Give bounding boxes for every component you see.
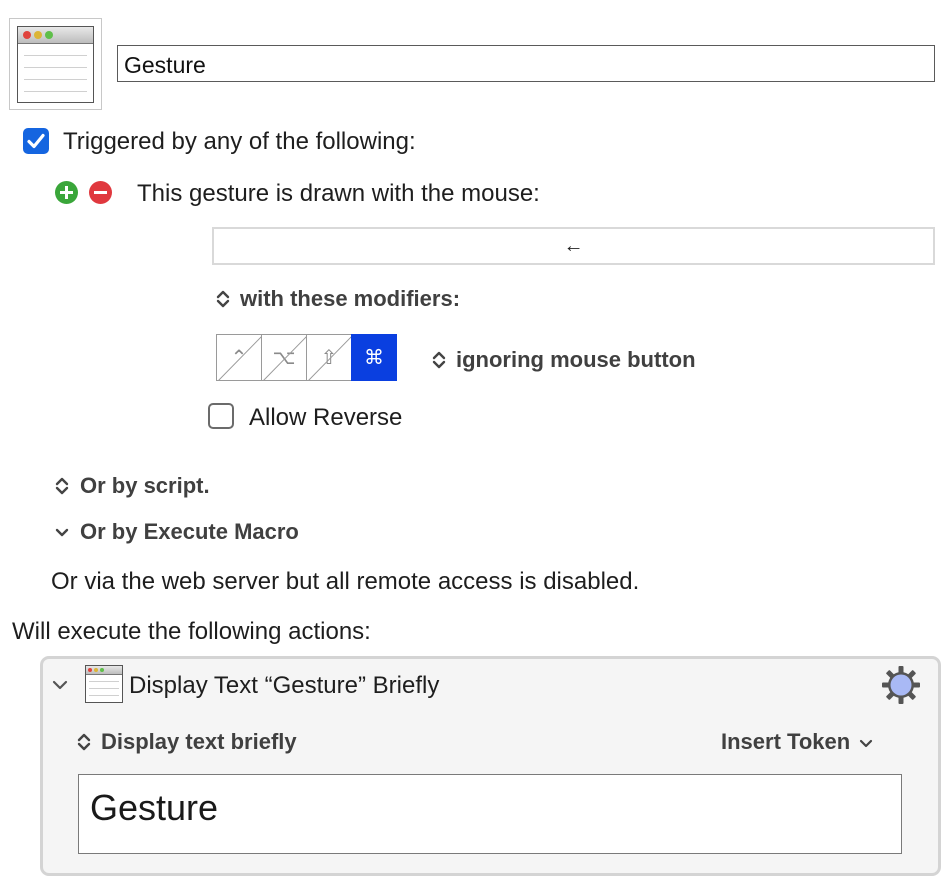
web-server-text: Or via the web server but all remote acc…: [51, 568, 640, 595]
gesture-field[interactable]: ←: [212, 227, 935, 265]
plus-icon: [60, 186, 73, 199]
display-mode-popup[interactable]: Display text briefly: [76, 729, 297, 755]
modifier-shift-key[interactable]: ⇧: [306, 334, 352, 381]
or-by-execute-macro-label: Or by Execute Macro: [80, 519, 299, 544]
window-icon: [17, 26, 94, 103]
display-text-action-icon: [85, 665, 123, 703]
allow-reverse-checkbox[interactable]: [208, 403, 234, 429]
macro-name-field[interactable]: Gesture: [117, 45, 935, 82]
modifiers-popup[interactable]: with these modifiers:: [215, 286, 460, 312]
or-by-execute-macro-disclosure[interactable]: Or by Execute Macro: [54, 519, 299, 545]
mouse-button-popup[interactable]: ignoring mouse button: [431, 347, 696, 373]
add-trigger-button[interactable]: [55, 181, 78, 204]
chevron-down-icon: [52, 680, 68, 690]
triggered-checkbox[interactable]: [23, 128, 49, 154]
checkmark-icon: [27, 133, 45, 149]
chevron-down-icon: [55, 528, 69, 537]
modifier-command-key[interactable]: ⌘: [351, 334, 397, 381]
insert-token-label: Insert Token: [721, 729, 851, 754]
updown-chevron-icon: [55, 477, 69, 495]
gesture-trigger-label: This gesture is drawn with the mouse:: [137, 180, 540, 207]
macro-icon[interactable]: [9, 18, 102, 110]
insert-token-menu[interactable]: Insert Token: [721, 729, 874, 755]
remove-trigger-button[interactable]: [89, 181, 112, 204]
action-collapse-toggle[interactable]: [51, 676, 69, 699]
command-icon: ⌘: [364, 347, 384, 369]
display-mode-label: Display text briefly: [101, 729, 297, 754]
mouse-button-popup-label: ignoring mouse button: [456, 347, 696, 372]
or-by-script-label: Or by script.: [80, 473, 210, 498]
modifier-control-key[interactable]: ⌃: [216, 334, 262, 381]
updown-chevron-icon: [216, 290, 230, 308]
allow-reverse-label: Allow Reverse: [249, 404, 403, 431]
or-by-script-disclosure[interactable]: Or by script.: [54, 473, 210, 499]
triggered-label: Triggered by any of the following:: [63, 128, 416, 155]
action-title: Display Text “Gesture” Briefly: [129, 672, 440, 699]
display-text-input[interactable]: Gesture: [78, 774, 902, 854]
updown-chevron-icon: [77, 733, 91, 751]
modifier-option-key[interactable]: ⌥: [261, 334, 307, 381]
chevron-down-icon: [860, 739, 873, 747]
updown-chevron-icon: [432, 351, 446, 369]
modifiers-popup-label: with these modifiers:: [240, 286, 461, 311]
gear-icon: [882, 666, 920, 704]
minus-icon: [94, 191, 107, 194]
actions-heading: Will execute the following actions:: [12, 618, 371, 645]
action-gear-button[interactable]: [880, 664, 922, 711]
modifier-keys: ⌃ ⌥ ⇧ ⌘: [216, 334, 397, 382]
